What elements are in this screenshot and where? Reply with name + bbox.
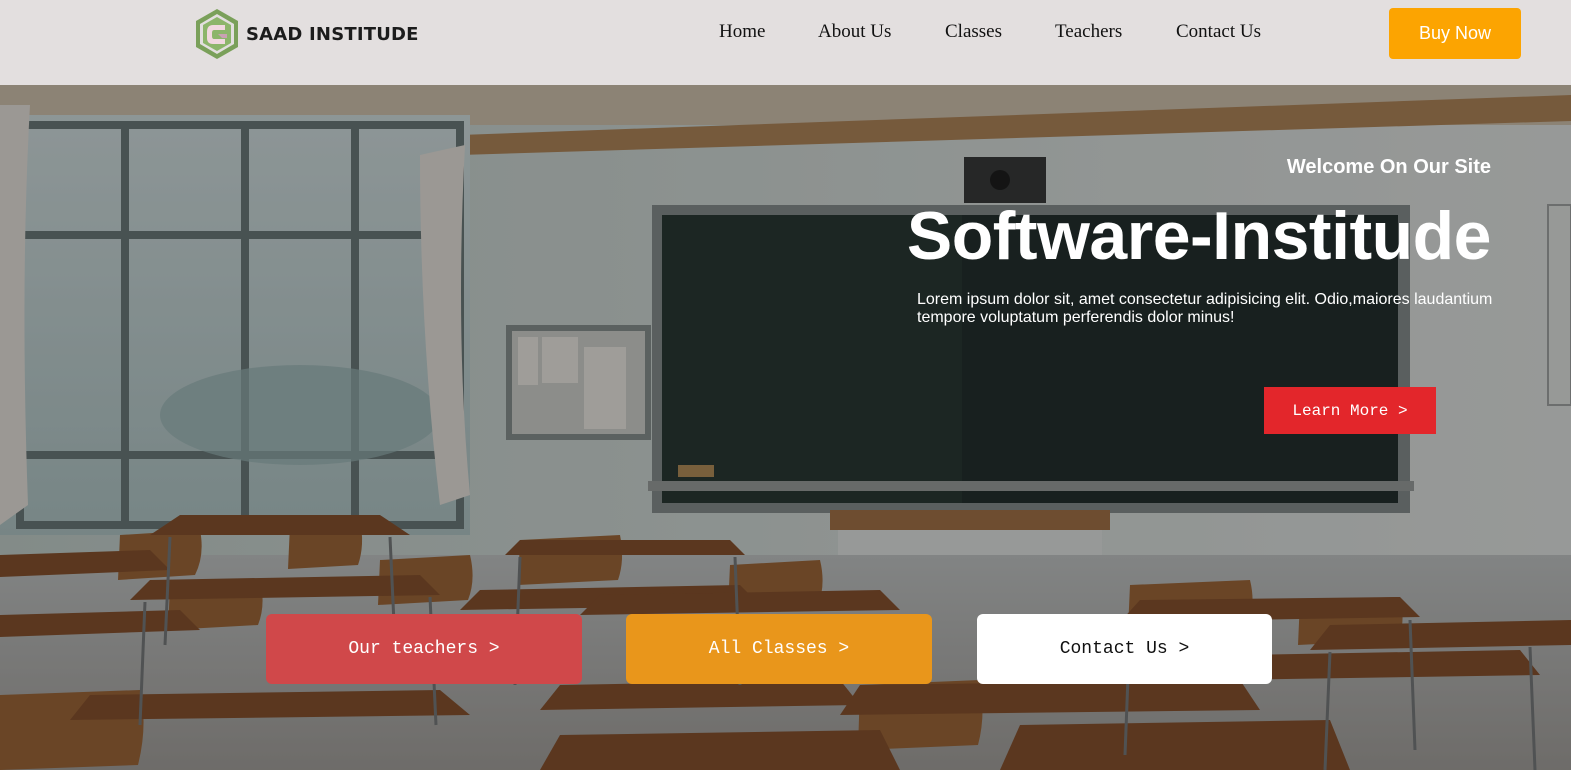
site-header: SAAD INSTITUDE Home About Us Classes Tea… xyxy=(0,0,1571,85)
hero-title: Software-Institude xyxy=(906,198,1492,274)
brand-name: SAAD INSTITUDE xyxy=(246,23,419,45)
learn-more-button[interactable]: Learn More > xyxy=(1264,387,1436,434)
hexagon-c-logo-icon xyxy=(196,9,238,59)
our-teachers-button[interactable]: Our teachers > xyxy=(266,614,582,684)
all-classes-button[interactable]: All Classes > xyxy=(626,614,932,684)
nav-home[interactable]: Home xyxy=(719,21,765,43)
hero-description: Lorem ipsum dolor sit, amet consectetur … xyxy=(917,291,1493,326)
buy-now-button[interactable]: Buy Now xyxy=(1389,8,1521,59)
nav-classes[interactable]: Classes xyxy=(945,21,1002,43)
nav-teachers[interactable]: Teachers xyxy=(1055,21,1122,43)
nav-about-us[interactable]: About Us xyxy=(818,21,891,43)
nav-contact-us[interactable]: Contact Us xyxy=(1176,21,1261,43)
brand-logo[interactable]: SAAD INSTITUDE xyxy=(194,8,419,60)
hero-welcome-text: Welcome On Our Site xyxy=(1286,156,1491,178)
hero-section: Welcome On Our Site Software-Institude L… xyxy=(0,85,1571,770)
contact-us-button[interactable]: Contact Us > xyxy=(977,614,1272,684)
